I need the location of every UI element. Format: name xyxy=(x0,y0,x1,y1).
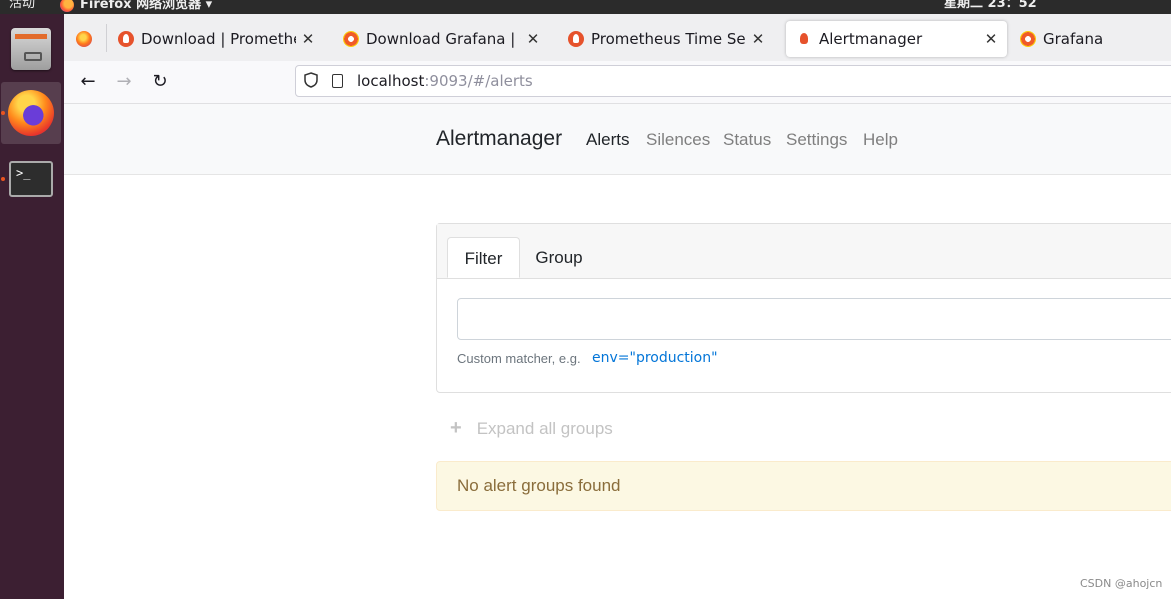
matcher-hint: Custom matcher, e.g. xyxy=(457,351,581,366)
watermark: CSDN @ahojcn xyxy=(1080,577,1163,590)
expand-all-groups-button[interactable]: + Expand all groups xyxy=(450,417,613,440)
nav-status[interactable]: Status xyxy=(723,130,771,150)
filter-card-header: Filter Group xyxy=(437,224,1171,279)
tab-bar: Download | Prometheus ✕ Download Grafana… xyxy=(64,14,1171,61)
clock[interactable]: 星期二 23：52 xyxy=(944,0,1037,10)
dock-files[interactable] xyxy=(0,24,62,74)
url-bar[interactable]: localhost:9093/#/alerts xyxy=(295,65,1171,97)
reload-button[interactable]: ↻ xyxy=(148,70,172,94)
tab-label: Grafana xyxy=(1043,30,1104,48)
nav-silences[interactable]: Silences xyxy=(646,130,710,150)
firefox-icon xyxy=(8,90,54,136)
close-icon[interactable]: ✕ xyxy=(525,30,541,48)
activities-button[interactable]: 活动 xyxy=(9,0,35,10)
tab-group[interactable]: Group xyxy=(525,237,593,278)
nav-alerts[interactable]: Alerts xyxy=(586,130,629,150)
no-alert-groups-message: No alert groups found xyxy=(436,461,1171,511)
back-button[interactable]: ← xyxy=(76,70,100,94)
filter-card: Filter Group Custom matcher, e.g. env="p… xyxy=(436,223,1171,393)
brand[interactable]: Alertmanager xyxy=(436,127,562,151)
tab-label: Download Grafana | Grafana xyxy=(366,30,521,48)
terminal-icon: >_ xyxy=(9,161,53,197)
tab-grafana[interactable]: Grafana xyxy=(1010,21,1171,57)
nav-help[interactable]: Help xyxy=(863,130,898,150)
files-icon xyxy=(11,28,51,70)
navigation-toolbar: ← → ↻ localhost:9093/#/alerts xyxy=(64,61,1171,104)
tab-label: Prometheus Time Series xyxy=(591,30,746,48)
close-icon[interactable]: ✕ xyxy=(750,30,766,48)
tab-label: Alertmanager xyxy=(819,30,923,48)
firefox-icon xyxy=(60,0,74,12)
tab-alertmanager[interactable]: Alertmanager ✕ xyxy=(786,21,1007,57)
matcher-example: env="production" xyxy=(592,350,718,366)
prometheus-icon xyxy=(118,31,134,47)
url-text[interactable]: localhost:9093/#/alerts xyxy=(357,72,533,90)
app-menu[interactable]: Firefox 网络浏览器 ▾ xyxy=(60,0,212,12)
system-top-bar: 活动 Firefox 网络浏览器 ▾ 星期二 23：52 xyxy=(0,0,1171,14)
nav-settings[interactable]: Settings xyxy=(786,130,847,150)
app-menu-label: Firefox 网络浏览器 ▾ xyxy=(80,0,213,12)
alertmanager-navbar: Alertmanager Alerts Silences Status Sett… xyxy=(64,104,1171,175)
prometheus-icon xyxy=(568,31,584,47)
running-indicator xyxy=(1,111,5,115)
alertmanager-icon xyxy=(796,31,812,47)
grafana-icon xyxy=(343,31,359,47)
tab-label: Download | Prometheus xyxy=(141,30,296,48)
alertmanager-page: Alertmanager Alerts Silences Status Sett… xyxy=(64,104,1171,599)
plus-icon: + xyxy=(450,417,462,439)
dock-firefox[interactable] xyxy=(1,82,61,144)
expand-label: Expand all groups xyxy=(476,418,613,438)
divider xyxy=(106,24,107,52)
tab-filter[interactable]: Filter xyxy=(447,237,520,278)
tab-grafana-download[interactable]: Download Grafana | Grafana ✕ xyxy=(333,21,549,57)
page-icon[interactable] xyxy=(332,74,343,88)
forward-button[interactable]: → xyxy=(112,70,136,94)
dock: >_ xyxy=(0,14,64,599)
running-indicator xyxy=(1,177,5,181)
filter-input[interactable] xyxy=(457,298,1171,340)
close-icon[interactable]: ✕ xyxy=(300,30,316,48)
tab-prometheus-tsdb[interactable]: Prometheus Time Series ✕ xyxy=(558,21,774,57)
close-icon[interactable]: ✕ xyxy=(983,30,999,48)
dock-terminal[interactable]: >_ xyxy=(0,156,62,202)
shield-icon[interactable] xyxy=(304,72,318,88)
grafana-icon xyxy=(1020,31,1036,47)
firefox-view-icon[interactable] xyxy=(76,31,92,47)
tab-prometheus-download[interactable]: Download | Prometheus ✕ xyxy=(108,21,324,57)
